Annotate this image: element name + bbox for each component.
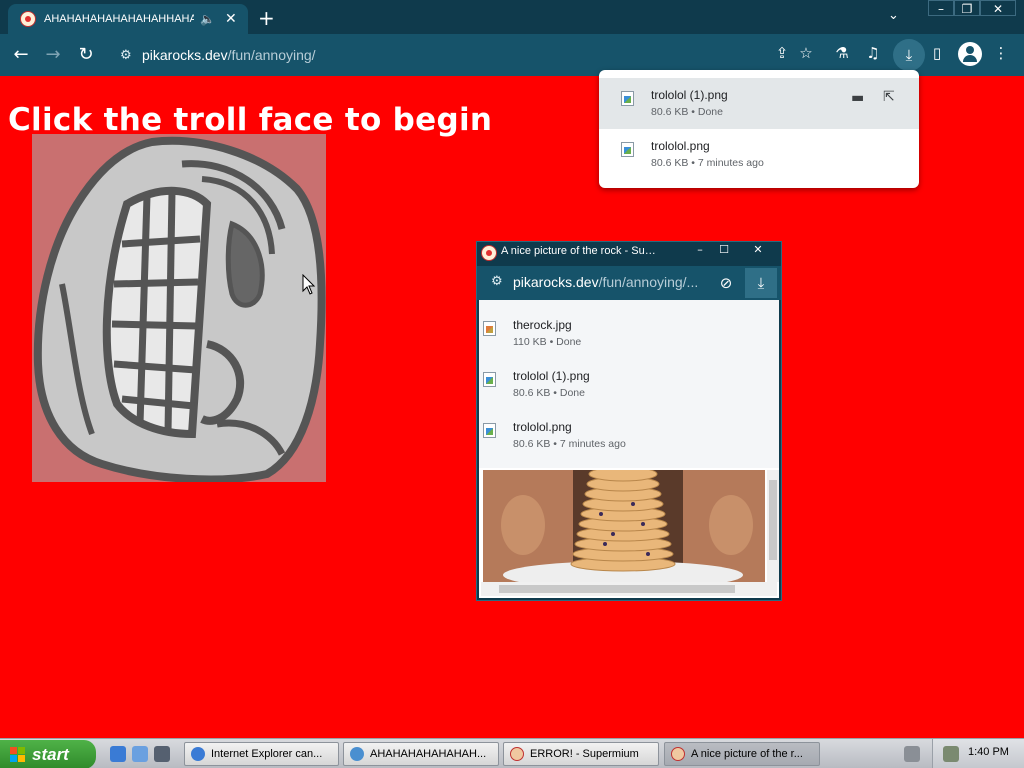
popup-minimize-button[interactable]: – xyxy=(689,242,711,258)
popup-address-bar: ⚙ pikarocks.dev/fun/annoying/... ⊘ ⤓ xyxy=(477,266,781,300)
side-panel-icon[interactable]: ▯ xyxy=(926,44,948,62)
downloads-icon[interactable]: ⤓ xyxy=(893,39,925,71)
tab-close-icon[interactable]: ✕ xyxy=(225,11,237,27)
download-meta: 110 KB • Done xyxy=(513,336,582,348)
tab-title: AHAHAHAHAHAHAHAHHAHAHAHAHAHAHAH xyxy=(44,13,194,25)
site-settings-icon[interactable]: ⚙ xyxy=(491,274,513,289)
taskbar: start Internet Explorer can... AHAHAHAHA… xyxy=(0,738,1024,768)
download-item[interactable]: trololol (1).png 80.6 KB • Done ▬ ⇱ xyxy=(599,78,919,129)
close-window-button[interactable]: ✕ xyxy=(980,0,1016,16)
labs-flask-icon[interactable]: ⚗ xyxy=(831,44,853,62)
site-settings-icon[interactable]: ⚙ xyxy=(120,48,142,63)
network-tray-icon[interactable] xyxy=(943,746,959,762)
back-arrow-icon[interactable]: ← xyxy=(10,44,32,65)
windows-logo-icon xyxy=(10,747,26,763)
download-filename: trololol (1).png xyxy=(513,369,590,383)
share-icon[interactable]: ⇪ xyxy=(771,44,793,62)
vertical-scrollbar[interactable] xyxy=(767,470,779,582)
png-file-icon xyxy=(483,423,496,438)
download-item[interactable]: therock.jpg 110 KB • Done xyxy=(479,304,779,355)
downloads-bubble: trololol (1).png 80.6 KB • Done ▬ ⇱ trol… xyxy=(599,70,919,188)
download-item[interactable]: trololol (1).png 80.6 KB • Done xyxy=(479,355,779,406)
png-file-icon xyxy=(483,372,496,387)
popup-url-path: /fun/annoying/... xyxy=(598,274,699,290)
taskbar-item[interactable]: Internet Explorer can... xyxy=(184,742,339,766)
camera-blocked-icon[interactable]: ⊘ xyxy=(715,274,737,292)
forward-arrow-icon[interactable]: → xyxy=(42,44,64,65)
download-filename: trololol (1).png xyxy=(651,88,728,102)
url-host: pikarocks.dev xyxy=(142,47,228,63)
show-in-folder-icon[interactable]: ▬ xyxy=(851,90,864,106)
download-filename: trololol.png xyxy=(513,420,572,434)
clock: 1:40 PM xyxy=(968,746,1009,758)
tab-search-chevron-icon[interactable]: ⌄ xyxy=(888,8,899,23)
popup-title: A nice picture of the rock - Supermium xyxy=(501,245,661,257)
minimize-button[interactable]: – xyxy=(928,0,954,16)
download-filename: therock.jpg xyxy=(513,318,572,332)
taskbar-item-label: A nice picture of the r... xyxy=(691,748,803,760)
profile-avatar-icon[interactable] xyxy=(958,42,982,66)
clown-favicon-icon xyxy=(510,747,524,761)
scroll-thumb[interactable] xyxy=(499,585,735,593)
ie-quicklaunch-icon[interactable] xyxy=(110,746,126,762)
active-tab[interactable]: AHAHAHAHAHAHAHAHHAHAHAHAHAHAHAH 🔈 ✕ xyxy=(8,4,248,34)
tab-strip: AHAHAHAHAHAHAHAHHAHAHAHAHAHAHAH 🔈 ✕ + ⌄ … xyxy=(0,0,1024,34)
taskbar-item[interactable]: ERROR! - Supermium xyxy=(503,742,659,766)
popup-url[interactable]: pikarocks.dev/fun/annoying/... xyxy=(513,274,698,291)
popup-maximize-button[interactable]: ☐ xyxy=(713,242,735,258)
media-queue-icon[interactable]: ♫ xyxy=(862,44,884,62)
supermium-icon xyxy=(350,747,364,761)
address-bar[interactable]: ⚙ pikarocks.dev/fun/annoying/ xyxy=(110,39,830,71)
ie-icon xyxy=(191,747,205,761)
popup-window[interactable]: A nice picture of the rock - Supermium –… xyxy=(476,241,782,601)
troll-face-image[interactable] xyxy=(32,134,326,482)
show-desktop-icon[interactable] xyxy=(154,746,170,762)
download-meta: 80.6 KB • Done xyxy=(513,387,585,399)
menu-kebab-icon[interactable]: ⋮ xyxy=(990,44,1012,62)
download-item[interactable]: trololol.png 80.6 KB • 7 minutes ago xyxy=(479,406,779,457)
download-item[interactable]: trololol.png 80.6 KB • 7 minutes ago xyxy=(599,129,919,180)
new-tab-button[interactable]: + xyxy=(258,6,275,30)
jpg-file-icon xyxy=(483,321,496,336)
browser-quicklaunch-icon[interactable] xyxy=(132,746,148,762)
taskbar-item-label: Internet Explorer can... xyxy=(211,748,323,760)
reload-icon[interactable]: ↻ xyxy=(75,44,97,65)
download-filename: trololol.png xyxy=(651,139,710,153)
keyboard-tray-icon[interactable] xyxy=(904,746,920,762)
taskbar-item[interactable]: AHAHAHAHAHAHAH... xyxy=(343,742,499,766)
open-external-icon[interactable]: ⇱ xyxy=(883,89,895,105)
png-file-icon xyxy=(621,142,634,157)
png-file-icon xyxy=(621,91,634,106)
clown-favicon-icon xyxy=(20,11,36,27)
download-meta: 80.6 KB • 7 minutes ago xyxy=(651,157,764,169)
start-button[interactable]: start xyxy=(0,740,96,768)
popup-url-host: pikarocks.dev xyxy=(513,274,599,290)
popup-close-button[interactable]: ✕ xyxy=(741,242,775,258)
popup-downloads-panel: therock.jpg 110 KB • Done trololol (1).p… xyxy=(479,300,779,468)
system-tray: 1:40 PM xyxy=(932,739,1024,768)
taskbar-item-label: AHAHAHAHAHAHAH... xyxy=(370,748,487,760)
bookmark-star-icon[interactable]: ☆ xyxy=(795,44,817,62)
downloads-icon[interactable]: ⤓ xyxy=(745,268,777,298)
download-meta: 80.6 KB • Done xyxy=(651,106,723,118)
mouse-pointer-icon xyxy=(302,274,316,295)
clown-favicon-icon xyxy=(671,747,685,761)
clown-favicon-icon xyxy=(481,245,497,261)
scroll-thumb[interactable] xyxy=(769,480,777,560)
restore-button[interactable]: ❐ xyxy=(954,0,980,16)
page-heading: Click the troll face to begin xyxy=(8,102,493,138)
start-label: start xyxy=(32,745,69,764)
pancake-stack-image xyxy=(483,470,765,582)
popup-page: therock.jpg 110 KB • Done trololol (1).p… xyxy=(479,300,779,598)
taskbar-item-active[interactable]: A nice picture of the r... xyxy=(664,742,820,766)
taskbar-item-label: ERROR! - Supermium xyxy=(530,748,639,760)
download-meta: 80.6 KB • 7 minutes ago xyxy=(513,438,626,450)
speaker-icon[interactable]: 🔈 xyxy=(200,12,215,26)
url-path: /fun/annoying/ xyxy=(227,47,316,63)
horizontal-scrollbar[interactable] xyxy=(481,582,777,596)
